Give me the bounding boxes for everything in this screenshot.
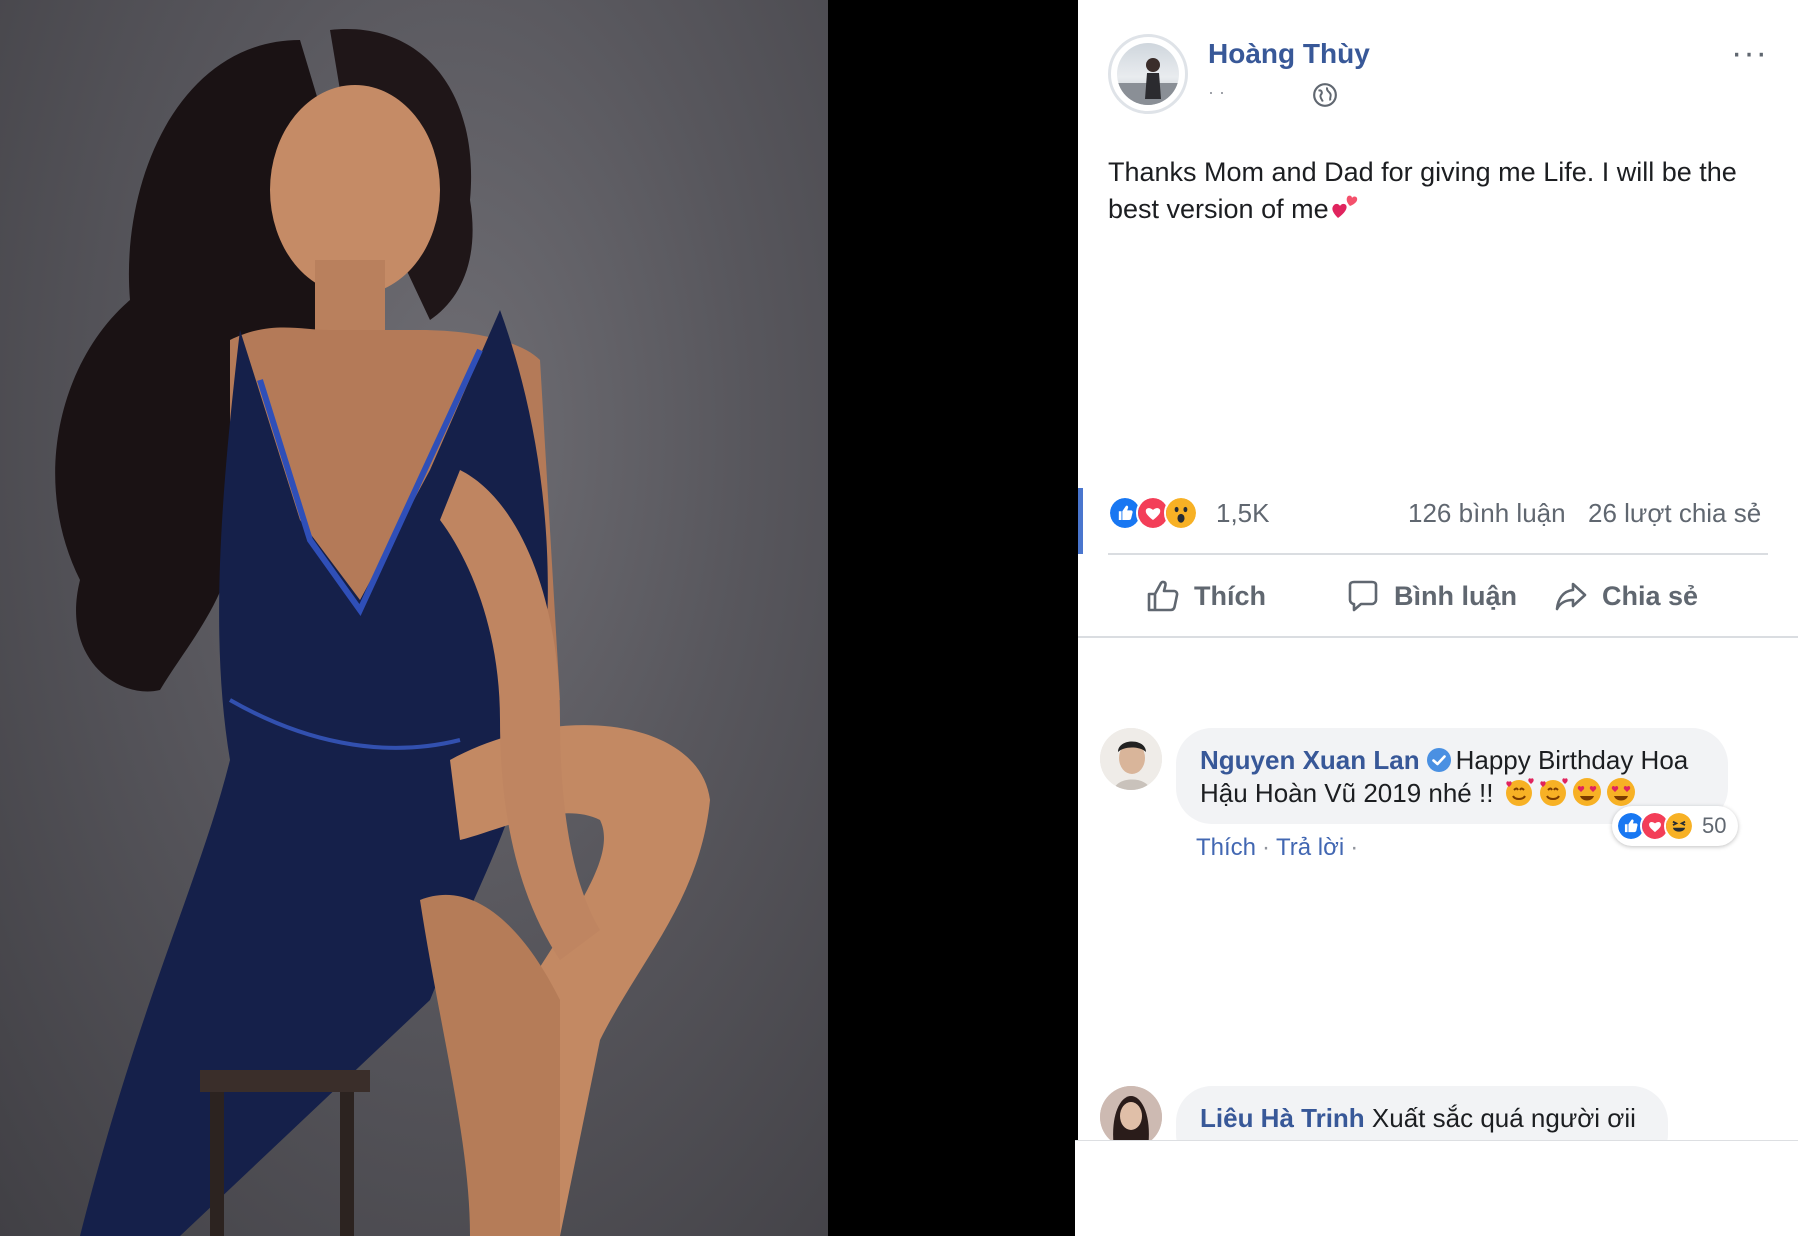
comment-reaction-count: 50 [1702, 813, 1727, 838]
commenter-avatar[interactable] [1100, 728, 1162, 790]
share-count[interactable]: 26 lượt chia sẻ [1588, 498, 1761, 529]
share-button[interactable]: Chia sẻ [1552, 570, 1698, 622]
focus-indicator [1078, 488, 1083, 554]
divider [1108, 553, 1768, 555]
comment-reply-link[interactable]: Trả lời [1276, 834, 1344, 861]
comment-actions: Thích · Trả lời · [1196, 834, 1364, 862]
verified-badge-icon [1426, 748, 1451, 772]
heart-eyes-icon [1572, 778, 1601, 806]
separator: · [1262, 834, 1271, 861]
comment-button[interactable]: Bình luận [1344, 570, 1517, 622]
comment-count[interactable]: 126 bình luận [1408, 498, 1566, 529]
post-actions: Thích Bình luận Chia sẻ [1108, 570, 1768, 622]
avatar-figure [1117, 58, 1179, 105]
comment-label: Bình luận [1394, 580, 1517, 611]
like-label: Thích [1194, 580, 1266, 611]
photo-illustration [55, 29, 710, 1236]
comment-icon [1348, 580, 1378, 612]
author-avatar[interactable] [1108, 34, 1188, 114]
heart-eyes-icon [1606, 778, 1635, 806]
more-options-button[interactable]: ··· [1731, 36, 1768, 70]
commenter-name[interactable]: Nguyen Xuan Lan [1200, 745, 1420, 775]
commenter-avatar[interactable] [1100, 1086, 1162, 1148]
author-name[interactable]: Hoàng Thùy [1208, 38, 1370, 70]
separator: · [1350, 834, 1359, 861]
haha-reaction-icon [1664, 811, 1694, 841]
reaction-count[interactable]: 1,5K [1216, 498, 1270, 529]
facebook-photo-viewer: Hoàng Thùy · · ··· Thanks Mom and Dad fo… [0, 0, 1798, 1236]
bottom-overlay [1075, 1140, 1798, 1236]
smiling-face-with-hearts-icon [1505, 778, 1534, 806]
viewer-backdrop [828, 0, 1078, 1236]
post-text-content: Thanks Mom and Dad for giving me Life. I… [1108, 157, 1737, 224]
smiling-face-with-hearts-icon [1539, 778, 1568, 806]
comment-like-link[interactable]: Thích [1196, 834, 1256, 861]
reaction-icons[interactable] [1108, 496, 1208, 532]
share-label: Chia sẻ [1602, 580, 1699, 611]
post-photo[interactable] [0, 0, 828, 1236]
thumbs-up-icon [1147, 580, 1179, 612]
globe-icon[interactable] [1312, 82, 1338, 108]
post-meta[interactable]: · · [1208, 82, 1225, 103]
post-text: Thanks Mom and Dad for giving me Life. I… [1108, 154, 1768, 227]
comment-text: Xuất sắc quá người ơii [1371, 1103, 1636, 1133]
post-header: Hoàng Thùy · · ··· [1108, 34, 1768, 124]
wow-reaction-icon [1164, 496, 1198, 530]
commenter-name[interactable]: Liêu Hà Trinh [1200, 1103, 1365, 1133]
post-panel-content: Hoàng Thùy · · ··· Thanks Mom and Dad fo… [1078, 0, 1798, 1170]
two-hearts-icon [1331, 195, 1357, 218]
reactions-summary: 1,5K 126 bình luận 26 lượt chia sẻ [1078, 488, 1798, 554]
commenter-portrait [1100, 728, 1162, 790]
commenter-portrait [1100, 1086, 1162, 1148]
divider [1078, 636, 1798, 638]
like-button[interactable]: Thích [1144, 570, 1266, 622]
share-arrow-icon [1555, 582, 1587, 611]
comment-reactions[interactable]: 50 [1612, 806, 1739, 846]
post-panel: Hoàng Thùy · · ··· Thanks Mom and Dad fo… [1078, 0, 1798, 1236]
comment-item: Nguyen Xuan Lan Happy Birthday Hoa Hậu H… [1100, 728, 1780, 868]
